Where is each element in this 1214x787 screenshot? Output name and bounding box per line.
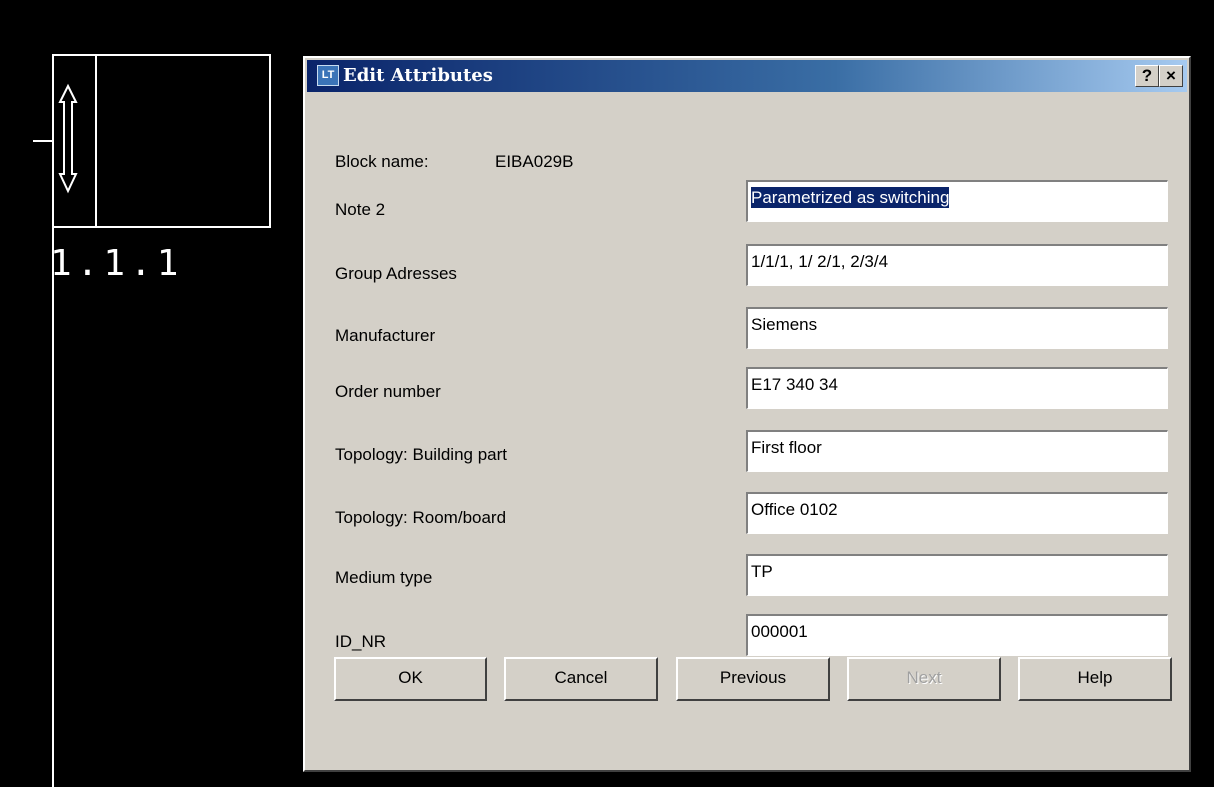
previous-button[interactable]: Previous <box>676 657 830 701</box>
block-name-value: EIBA029B <box>495 152 574 171</box>
attr-label-building-part: Topology: Building part <box>335 445 508 464</box>
cancel-button[interactable]: Cancel <box>504 657 658 701</box>
attr-label-room-board: Topology: Room/board <box>335 508 507 527</box>
attr-field-id-nr[interactable]: 000001 <box>746 614 1168 656</box>
double-arrow-icon <box>58 83 78 194</box>
attr-label-id-nr: ID_NR <box>335 632 387 651</box>
device-address-label: 1.1.1 <box>50 243 184 284</box>
device-symbol-frame <box>52 54 271 228</box>
attr-label-medium-type: Medium type <box>335 568 433 587</box>
app-icon: LT <box>317 65 339 86</box>
attr-field-group-addresses[interactable]: 1/1/1, 1/ 2/1, 2/3/4 <box>746 244 1168 286</box>
titlebar-help-button[interactable]: ? <box>1135 65 1159 87</box>
block-name-label: Block name: <box>335 152 429 171</box>
dialog-title: Edit Attributes <box>343 65 493 86</box>
dialog-titlebar[interactable]: LT Edit Attributes ? × <box>307 60 1187 92</box>
attr-field-medium-type[interactable]: TP <box>746 554 1168 596</box>
attr-field-note-2[interactable]: Parametrized as switching <box>746 180 1168 222</box>
help-button[interactable]: Help <box>1018 657 1172 701</box>
ok-button[interactable]: OK <box>334 657 487 701</box>
attr-label-manufacturer: Manufacturer <box>335 326 436 345</box>
titlebar-close-button[interactable]: × <box>1159 65 1183 87</box>
next-button[interactable]: Next <box>847 657 1001 701</box>
attr-field-manufacturer[interactable]: Siemens <box>746 307 1168 349</box>
attr-value-note-2: Parametrized as switching <box>751 187 950 208</box>
attr-label-group-addresses: Group Adresses <box>335 264 457 283</box>
edit-attributes-dialog: LT Edit Attributes ? × Block name: EIBA0… <box>303 56 1191 772</box>
attr-label-note-2: Note 2 <box>335 200 386 219</box>
attr-field-room-board[interactable]: Office 0102 <box>746 492 1168 534</box>
attr-label-order-number: Order number <box>335 382 441 401</box>
attr-field-building-part[interactable]: First floor <box>746 430 1168 472</box>
attr-field-order-number[interactable]: E17 340 34 <box>746 367 1168 409</box>
